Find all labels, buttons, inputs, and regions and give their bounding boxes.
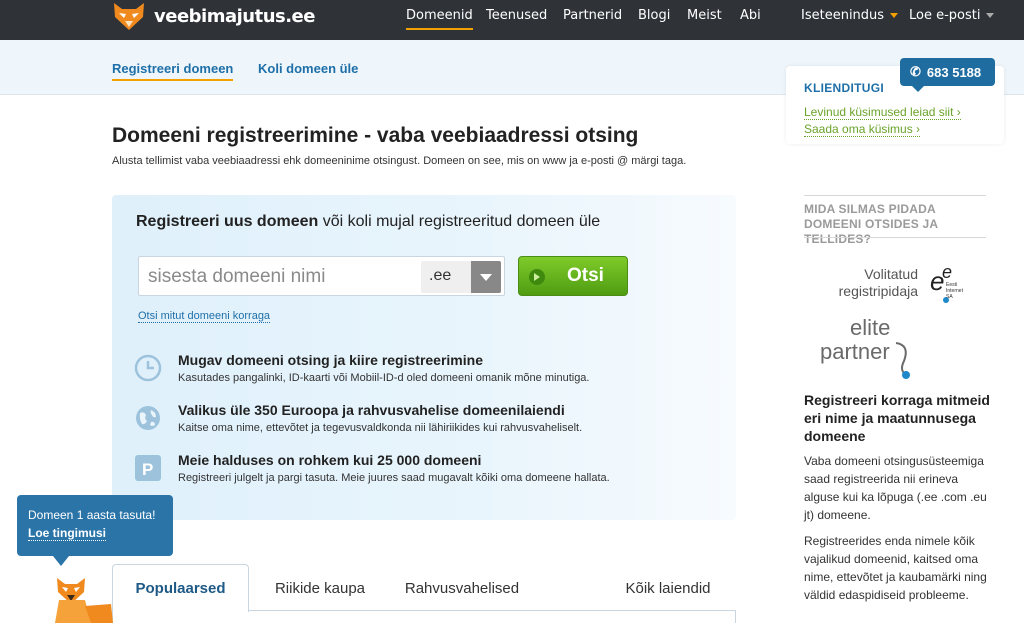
accredited-registrar-text: Volitatud registripidaja	[838, 266, 918, 299]
feature-text: Registreeri julgelt ja pargi tasuta. Mei…	[178, 472, 610, 484]
nav-partnerid[interactable]: Partnerid	[563, 8, 622, 23]
sidebar-paragraph: Registreerides enda nimele kõik vajaliku…	[804, 534, 987, 602]
search-panel-heading-bold: Registreeri uus domeen	[136, 213, 319, 230]
read-email-menu[interactable]: Loe e-posti	[909, 8, 995, 23]
promo-bubble: Domeen 1 aasta tasuta! Loe tingimusi	[17, 495, 173, 566]
sidebar-heading: MIDA SILMAS PIDADA DOMEENI OTSIDES JA TE…	[804, 202, 938, 246]
faq-link[interactable]: Levinud küsimused leiad siit ›	[804, 105, 961, 120]
sidebar-paragraph: Vaba domeeni otsingusüsteemiga saad regi…	[804, 454, 987, 522]
arrow-right-icon	[529, 269, 545, 285]
support-title: KLIENDITUGI	[804, 81, 884, 95]
tab-international[interactable]: Rahvusvahelised	[396, 564, 528, 612]
search-button-label: Otsi	[567, 265, 604, 286]
promo-terms-link[interactable]: Loe tingimusi	[28, 526, 106, 541]
nav-blogi[interactable]: Blogi	[638, 8, 670, 23]
feature-text: Kaitse oma nime, ettevõtet ja tegevusval…	[178, 422, 583, 434]
accredited-registrar-badge: Volitatud registripidaja e e Eesti Inter…	[808, 262, 988, 306]
svg-text:partner: partner	[820, 339, 890, 364]
feature-title: Meie halduses on rohkem kui 25 000 domee…	[178, 452, 482, 468]
self-service-label: Iseteenindus	[801, 8, 885, 23]
sidebar-title: Registreeri korraga mitmeid eri nime ja …	[804, 392, 990, 444]
support-phone-badge[interactable]: ✆ 683 5188	[900, 58, 995, 92]
chevron-down-icon	[471, 261, 501, 293]
parking-icon: P	[135, 455, 161, 481]
svg-text:P: P	[142, 460, 153, 479]
tab-all-extensions[interactable]: Kõik laiendid	[612, 564, 724, 612]
search-button[interactable]: Otsi	[518, 256, 628, 296]
svg-text:elite: elite	[850, 315, 890, 340]
domain-extension-tabs: Populaarsed Riikide kaupa Rahvusvahelise…	[112, 564, 736, 623]
eesti-internet-logo: e e Eesti Internet SA	[930, 262, 964, 303]
self-service-menu[interactable]: Iseteenindus	[801, 8, 899, 23]
search-panel-heading-rest: või koli mujal registreeritud domeen üle	[318, 213, 601, 230]
nav-domeenid[interactable]: Domeenid	[406, 8, 473, 30]
feature-text: Kasutades pangalinki, ID-kaarti või Mobi…	[178, 372, 590, 384]
page-title: Domeeni registreerimine - vaba veebiaadr…	[112, 124, 639, 147]
chevron-down-icon	[890, 13, 899, 18]
tab-popular[interactable]: Populaarsed	[112, 564, 249, 612]
svg-text:e: e	[942, 262, 952, 282]
subnav-transfer-domain[interactable]: Koli domeen üle	[258, 61, 358, 76]
fox-mascot-icon	[55, 578, 113, 623]
sidebar-divider	[804, 195, 986, 196]
feature-title: Valikus üle 350 Euroopa ja rahvusvahelis…	[178, 402, 565, 418]
subnav-register-domain[interactable]: Registreeri domeen	[112, 61, 234, 81]
elite-partner-logo: elite partner	[820, 315, 910, 379]
search-panel-heading: Registreeri uus domeen või koli mujal re…	[136, 213, 600, 231]
elite-partner-badge: elite partner	[818, 315, 918, 381]
clock-icon	[134, 354, 162, 382]
promo-text: Domeen 1 aasta tasuta!	[28, 508, 156, 522]
support-phone-number: 683 5188	[926, 64, 982, 80]
tab-by-country[interactable]: Riikide kaupa	[260, 564, 380, 612]
nav-abi[interactable]: Abi	[740, 8, 761, 23]
brand-logo[interactable]: veebimajutus.ee	[112, 0, 315, 32]
domain-name-input[interactable]	[148, 265, 408, 289]
tld-select[interactable]: .ee	[421, 261, 501, 293]
feature-title: Mugav domeeni otsing ja kiire registreer…	[178, 352, 483, 368]
tld-selected-value: .ee	[429, 267, 452, 284]
fox-logo-icon	[114, 3, 144, 30]
read-email-label: Loe e-posti	[909, 8, 981, 23]
globe-icon	[136, 406, 160, 430]
sidebar-divider	[804, 237, 986, 238]
ask-question-link[interactable]: Saada oma küsimus ›	[804, 122, 921, 137]
nav-teenused[interactable]: Teenused	[486, 8, 547, 23]
domain-search-field: .ee	[138, 256, 505, 296]
top-navigation-bar: veebimajutus.ee Domeenid Teenused Partne…	[0, 0, 1024, 40]
domain-search-panel: Registreeri uus domeen või koli mujal re…	[112, 195, 736, 520]
page-lede: Alusta tellimist vaba veebiaadressi ehk …	[112, 155, 687, 167]
nav-meist[interactable]: Meist	[687, 8, 722, 23]
chevron-down-icon	[986, 13, 995, 18]
svg-text:SA: SA	[946, 294, 953, 300]
brand-name: veebimajutus.ee	[154, 5, 315, 27]
phone-icon: ✆	[910, 64, 921, 79]
multi-domain-search-link[interactable]: Otsi mitut domeeni korraga	[138, 310, 271, 323]
